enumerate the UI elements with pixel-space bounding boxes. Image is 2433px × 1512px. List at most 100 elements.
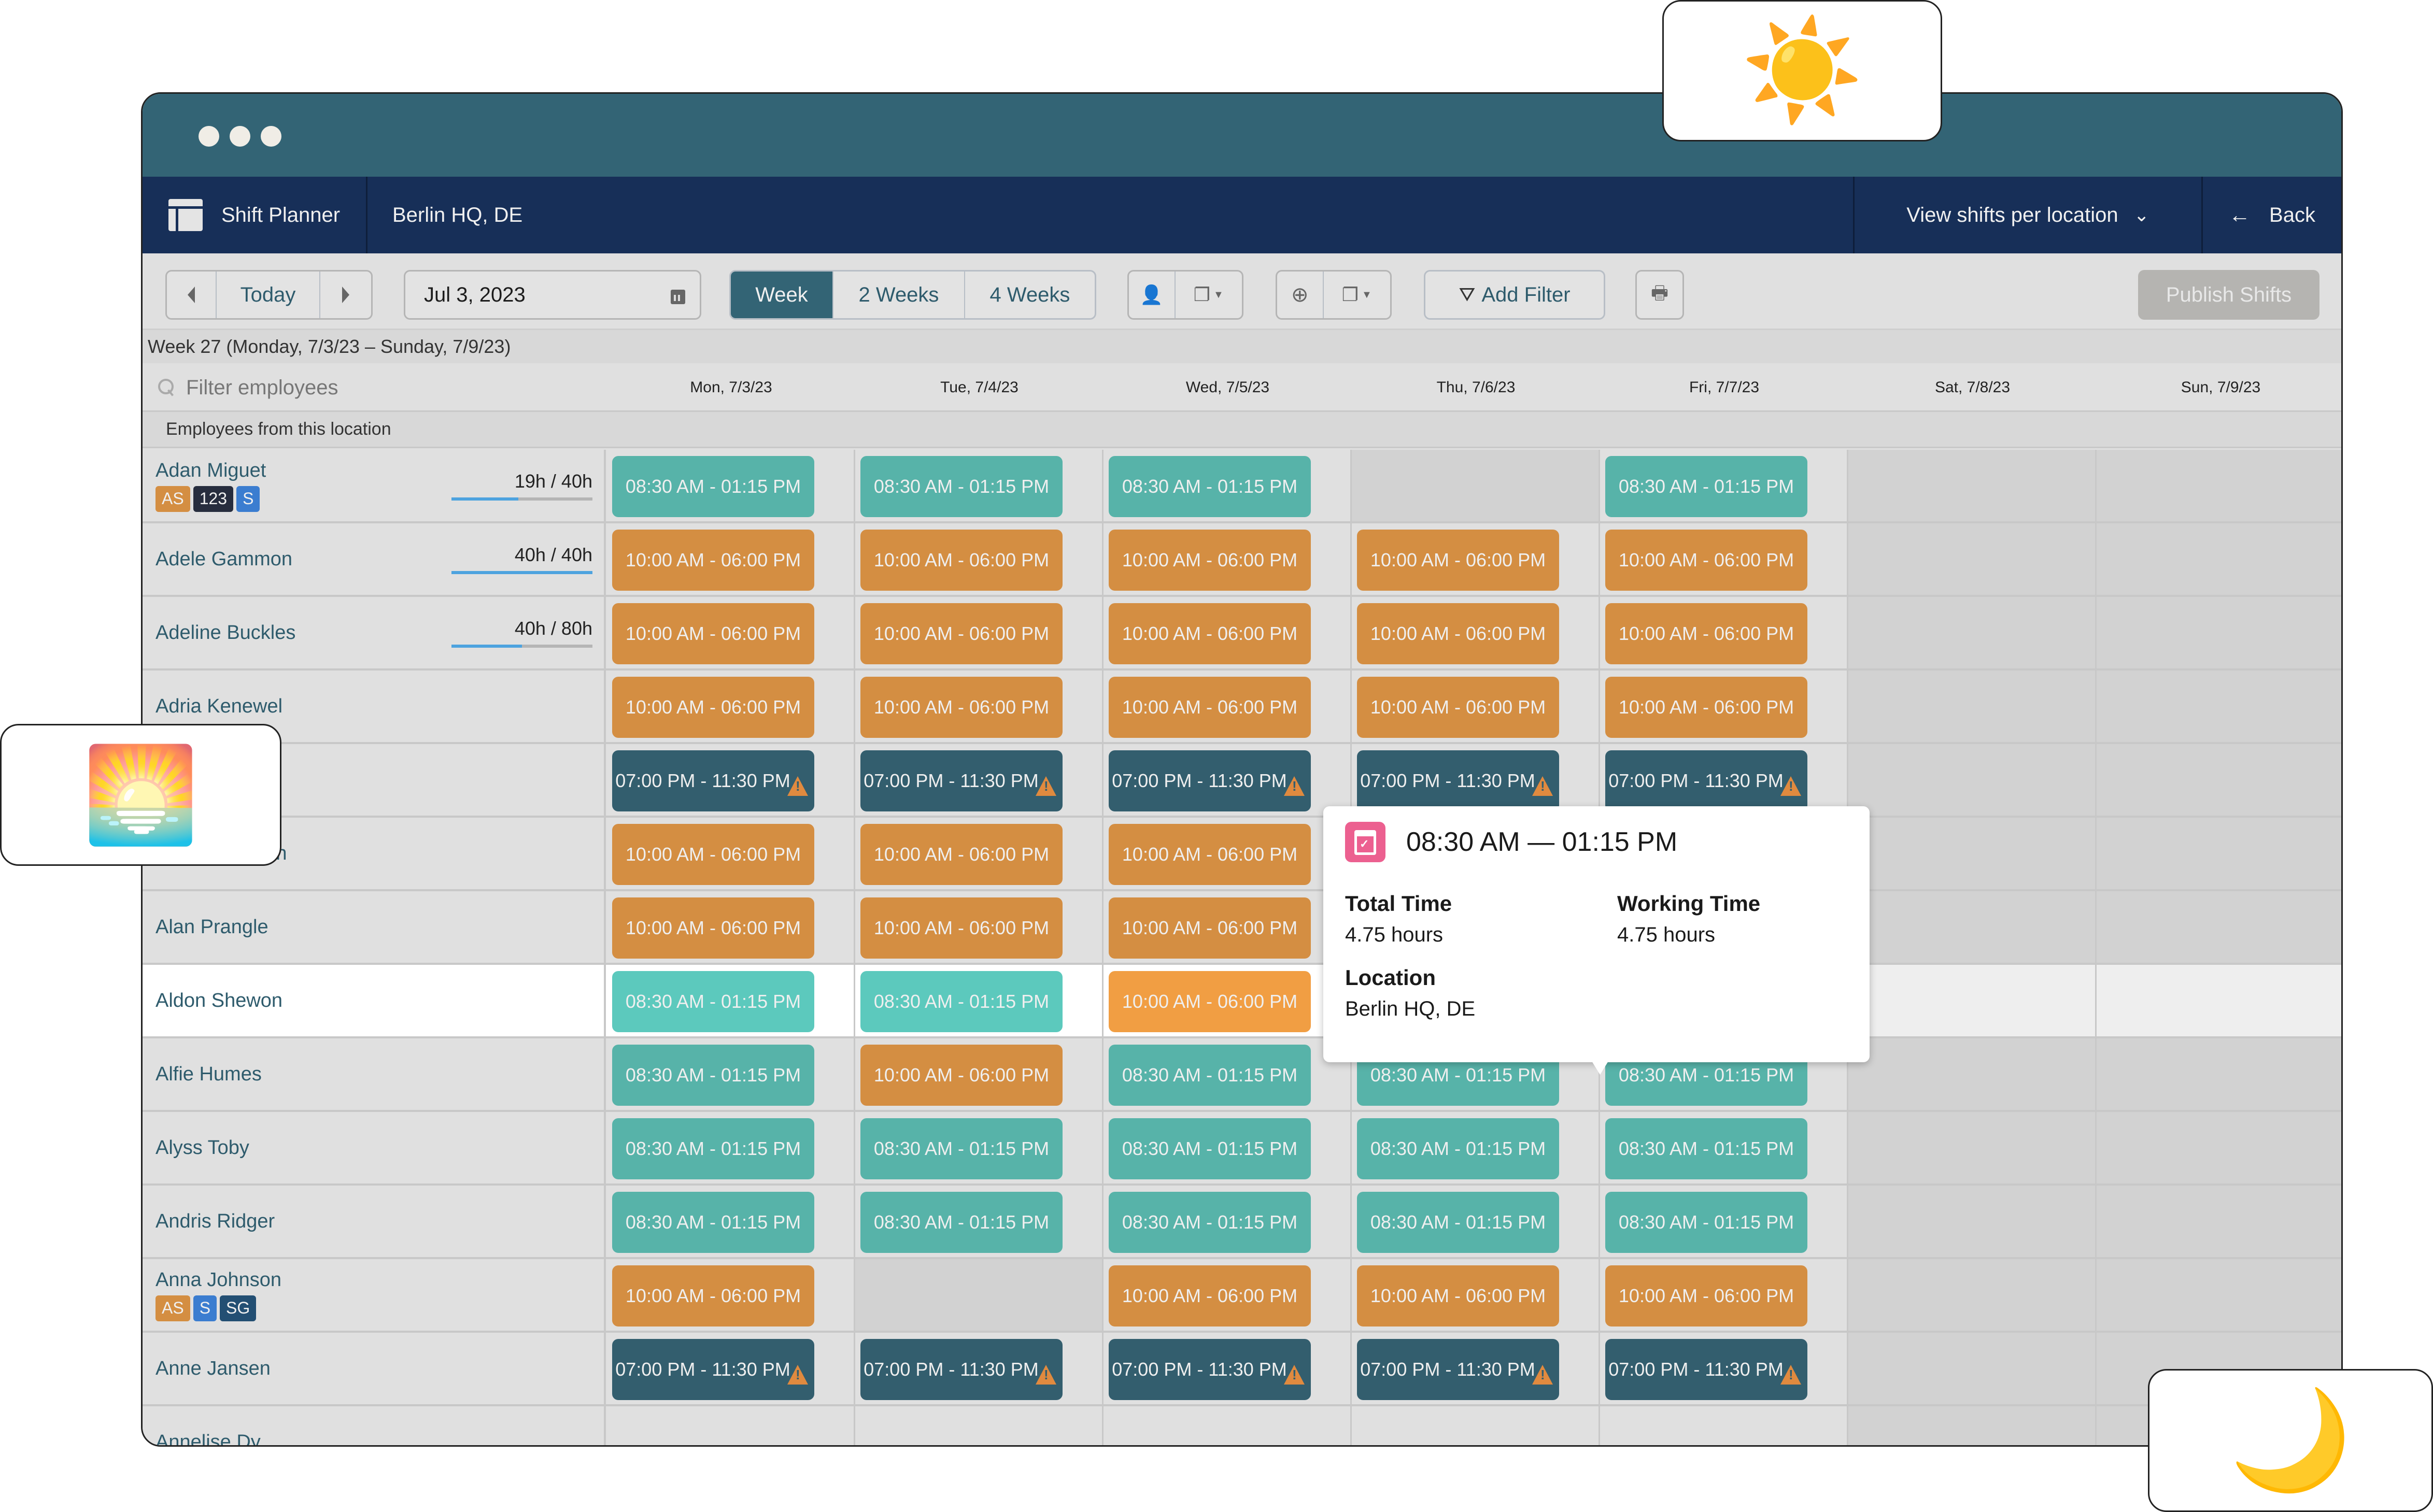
day-cell[interactable]: 07:00 PM - 11:30 PM xyxy=(1600,744,1848,816)
day-cell[interactable]: 10:00 AM - 06:00 PM xyxy=(1104,671,1352,742)
day-cell[interactable]: 10:00 AM - 06:00 PM xyxy=(607,891,855,963)
shift-block[interactable]: 08:30 AM - 01:15 PM xyxy=(612,1118,814,1179)
date-picker-input[interactable]: Jul 3, 2023 xyxy=(404,270,701,320)
day-cell[interactable] xyxy=(2097,523,2341,595)
day-cell[interactable]: 10:00 AM - 06:00 PM xyxy=(1104,965,1352,1036)
day-cell[interactable]: 08:30 AM - 01:15 PM xyxy=(1352,1112,1600,1183)
shift-block[interactable]: 08:30 AM - 01:15 PM xyxy=(860,971,1063,1032)
shift-block[interactable]: 10:00 AM - 06:00 PM xyxy=(612,1265,814,1326)
range-2-weeks-button[interactable]: 2 Weeks xyxy=(833,272,965,318)
day-cell[interactable] xyxy=(1848,891,2097,963)
day-cell[interactable]: 08:30 AM - 01:15 PM xyxy=(607,1038,855,1110)
day-cell[interactable]: 10:00 AM - 06:00 PM xyxy=(1352,671,1600,742)
day-cell[interactable]: 08:30 AM - 01:15 PM xyxy=(1600,1186,1848,1257)
day-cell[interactable] xyxy=(2097,1038,2341,1110)
day-cell[interactable]: 08:30 AM - 01:15 PM xyxy=(607,450,855,521)
day-cell[interactable] xyxy=(855,1406,1104,1445)
add-employee-button[interactable]: 👤 xyxy=(1129,272,1176,318)
shift-block[interactable]: 08:30 AM - 01:15 PM xyxy=(860,456,1063,517)
shift-block[interactable]: 10:00 AM - 06:00 PM xyxy=(1109,677,1311,738)
day-cell[interactable]: 07:00 PM - 11:30 PM xyxy=(855,1333,1104,1404)
shift-block[interactable]: 07:00 PM - 11:30 PM xyxy=(1605,750,1807,811)
day-cell[interactable] xyxy=(2097,818,2341,889)
warning-icon[interactable] xyxy=(1036,1365,1056,1385)
filter-employees-input[interactable]: Filter employees xyxy=(158,363,338,412)
day-cell[interactable]: 07:00 PM - 11:30 PM xyxy=(1352,1333,1600,1404)
shift-block[interactable]: 08:30 AM - 01:15 PM xyxy=(1357,1118,1559,1179)
day-cell[interactable]: 10:00 AM - 06:00 PM xyxy=(1352,1259,1600,1331)
publish-shifts-button[interactable]: Publish Shifts xyxy=(2138,270,2319,320)
day-cell[interactable]: 08:30 AM - 01:15 PM xyxy=(1104,1038,1352,1110)
add-shift-button[interactable]: ⊕ xyxy=(1277,272,1324,318)
day-cell[interactable]: 10:00 AM - 06:00 PM xyxy=(1104,597,1352,668)
employee-name-link[interactable]: Adria Kenewel xyxy=(155,695,604,718)
warning-icon[interactable] xyxy=(787,1365,808,1385)
shift-block[interactable]: 07:00 PM - 11:30 PM xyxy=(1357,750,1559,811)
day-cell[interactable] xyxy=(1848,1038,2097,1110)
day-cell[interactable]: 10:00 AM - 06:00 PM xyxy=(1104,891,1352,963)
day-cell[interactable]: 08:30 AM - 01:15 PM xyxy=(855,1186,1104,1257)
day-cell[interactable]: 10:00 AM - 06:00 PM xyxy=(1104,523,1352,595)
employee-name-link[interactable]: Anne Jansen xyxy=(155,1358,604,1380)
shift-block[interactable]: 10:00 AM - 06:00 PM xyxy=(1109,824,1311,885)
day-cell[interactable]: 08:30 AM - 01:15 PM xyxy=(1104,1186,1352,1257)
day-cell[interactable]: 10:00 AM - 06:00 PM xyxy=(1600,597,1848,668)
shift-block[interactable]: 07:00 PM - 11:30 PM xyxy=(1357,1339,1559,1400)
day-cell[interactable] xyxy=(1352,1406,1600,1445)
day-cell[interactable]: 07:00 PM - 11:30 PM xyxy=(1104,1333,1352,1404)
shift-block[interactable]: 07:00 PM - 11:30 PM xyxy=(860,750,1063,811)
day-cell[interactable] xyxy=(1848,1333,2097,1404)
add-filter-button[interactable]: ⛛ Add Filter xyxy=(1424,270,1605,320)
shift-block[interactable]: 08:30 AM - 01:15 PM xyxy=(1109,456,1311,517)
shift-block[interactable]: 10:00 AM - 06:00 PM xyxy=(612,603,814,664)
window-control-close[interactable] xyxy=(199,126,219,147)
day-cell[interactable]: 07:00 PM - 11:30 PM xyxy=(1352,744,1600,816)
day-cell[interactable] xyxy=(2097,1259,2341,1331)
day-cell[interactable] xyxy=(1848,1259,2097,1331)
shift-block[interactable]: 08:30 AM - 01:15 PM xyxy=(1109,1192,1311,1253)
shift-block[interactable]: 10:00 AM - 06:00 PM xyxy=(612,677,814,738)
day-cell[interactable] xyxy=(1848,450,2097,521)
warning-icon[interactable] xyxy=(1780,1365,1801,1385)
day-cell[interactable] xyxy=(2097,965,2341,1036)
day-cell[interactable]: 07:00 PM - 11:30 PM xyxy=(607,1333,855,1404)
shift-block[interactable]: 10:00 AM - 06:00 PM xyxy=(860,603,1063,664)
day-cell[interactable] xyxy=(1848,597,2097,668)
day-cell[interactable] xyxy=(2097,597,2341,668)
shift-block[interactable]: 07:00 PM - 11:30 PM xyxy=(860,1339,1063,1400)
day-cell[interactable] xyxy=(2097,450,2341,521)
day-cell[interactable]: 10:00 AM - 06:00 PM xyxy=(855,891,1104,963)
today-button[interactable]: Today xyxy=(217,272,320,318)
day-cell[interactable] xyxy=(2097,744,2341,816)
back-button[interactable]: ← Back xyxy=(2201,177,2341,253)
day-cell[interactable] xyxy=(1848,1186,2097,1257)
employee-name-link[interactable]: Anna Johnson xyxy=(155,1269,604,1291)
day-cell[interactable]: 10:00 AM - 06:00 PM xyxy=(1104,1259,1352,1331)
day-cell[interactable]: 08:30 AM - 01:15 PM xyxy=(607,1112,855,1183)
day-cell[interactable]: 08:30 AM - 01:15 PM xyxy=(1104,450,1352,521)
shift-block[interactable]: 08:30 AM - 01:15 PM xyxy=(1605,456,1807,517)
shift-block[interactable]: 10:00 AM - 06:00 PM xyxy=(1109,971,1311,1032)
employee-name-link[interactable]: Aldon Shewon xyxy=(155,990,604,1012)
employee-name-link[interactable]: Andris Ridger xyxy=(155,1210,604,1233)
warning-icon[interactable] xyxy=(1284,776,1305,796)
day-cell[interactable]: 10:00 AM - 06:00 PM xyxy=(607,523,855,595)
shift-block[interactable]: 07:00 PM - 11:30 PM xyxy=(612,1339,814,1400)
day-cell[interactable]: 10:00 AM - 06:00 PM xyxy=(1600,1259,1848,1331)
warning-icon[interactable] xyxy=(1532,1365,1553,1385)
window-control-maximize[interactable] xyxy=(261,126,281,147)
shift-block[interactable]: 10:00 AM - 06:00 PM xyxy=(860,1045,1063,1106)
print-button[interactable]: 🖶 xyxy=(1635,270,1684,320)
day-cell[interactable] xyxy=(1600,1406,1848,1445)
range-week-button[interactable]: Week xyxy=(731,272,833,318)
shift-block[interactable]: 07:00 PM - 11:30 PM xyxy=(1605,1339,1807,1400)
day-cell[interactable]: 10:00 AM - 06:00 PM xyxy=(1352,523,1600,595)
day-cell[interactable]: 07:00 PM - 11:30 PM xyxy=(607,744,855,816)
shift-block[interactable]: 08:30 AM - 01:15 PM xyxy=(860,1192,1063,1253)
shift-block[interactable]: 10:00 AM - 06:00 PM xyxy=(1357,1265,1559,1326)
day-cell[interactable]: 10:00 AM - 06:00 PM xyxy=(1352,597,1600,668)
day-cell[interactable] xyxy=(1848,1406,2097,1445)
day-cell[interactable]: 08:30 AM - 01:15 PM xyxy=(1600,450,1848,521)
shift-block[interactable]: 10:00 AM - 06:00 PM xyxy=(860,530,1063,591)
shift-block[interactable]: 08:30 AM - 01:15 PM xyxy=(1605,1192,1807,1253)
